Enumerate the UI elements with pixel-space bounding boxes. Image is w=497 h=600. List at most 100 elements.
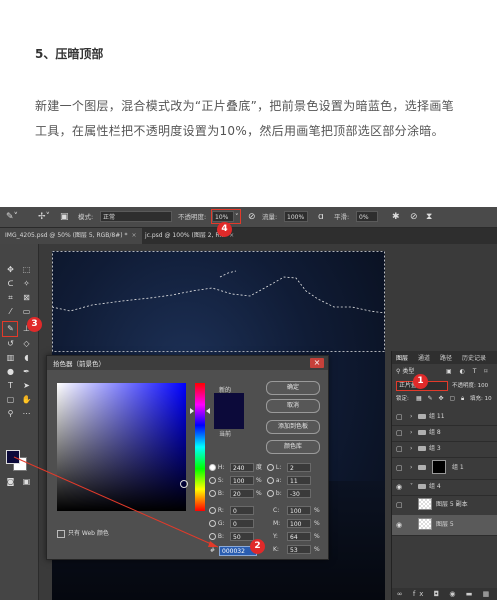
close-icon[interactable]: × [132,232,137,239]
path-select-icon[interactable]: ➤ [20,380,33,392]
r-radio[interactable] [209,507,216,514]
s-radio[interactable] [209,477,216,484]
color-libraries-button[interactable]: 颜色库 [266,440,320,454]
r-field[interactable]: 0 [230,506,254,515]
symmetry-icon[interactable]: ⧗ [426,211,432,223]
ok-button[interactable]: 确定 [266,381,320,395]
expand-icon[interactable]: › [410,409,412,425]
expand-icon[interactable]: › [410,457,412,479]
tab-img-4205[interactable]: IMG_4205.psd @ 50% (图层 5, RGB/8#) * × [0,228,142,244]
visibility-toggle[interactable]: ▢ [396,425,403,441]
expand-icon[interactable]: › [410,425,412,441]
pressure-size-icon[interactable]: ⊘ [410,211,418,223]
add-to-swatches-button[interactable]: 添加到色板 [266,420,320,434]
k-field[interactable]: 53 [287,545,311,554]
visibility-toggle[interactable]: ▢ [396,457,403,479]
brush-panel-icon[interactable]: ▣ [60,211,69,223]
hue-slider-right-arrow[interactable] [206,408,210,414]
lasso-tool-icon[interactable]: ᑕ [4,278,17,290]
layer-row-group-4[interactable]: ◉ ˅ 组 4 [392,479,497,496]
zoom-tool-icon[interactable]: ⚲ [4,408,17,420]
layer-row-group-1[interactable]: ▢ › 组 1 [392,457,497,480]
lab-b-radio[interactable] [267,490,274,497]
layer-row-group-8[interactable]: ▢ › 组 8 [392,425,497,442]
tab-history[interactable]: 历史记录 [462,353,486,362]
move-tool-icon[interactable]: ✥ [4,264,17,276]
collapse-icon[interactable]: ˅ [410,479,413,495]
blur-tool-icon[interactable]: ◖ [20,352,33,364]
visibility-toggle[interactable]: ▢ [396,441,403,457]
current-color-swatch[interactable] [214,411,244,429]
dodge-tool-icon[interactable]: ● [4,366,17,378]
mode-select[interactable]: 正常 [100,211,172,222]
smooth-field[interactable]: 0% [356,211,378,222]
frame-tool-icon[interactable]: ⊠ [20,292,33,304]
b-radio[interactable] [209,490,216,497]
eye-icon[interactable]: ◉ [396,515,402,535]
pressure-opacity-icon[interactable]: ⊘ [248,211,256,223]
blue-radio[interactable] [209,533,216,540]
visibility-toggle[interactable]: ▢ [396,495,403,515]
airbrush-icon[interactable]: ɑ [318,211,324,223]
ruler-icon[interactable]: ▭ [20,306,33,318]
saturation-brightness-field[interactable] [57,383,186,511]
eyedropper-icon[interactable]: ⁄ [4,306,17,318]
hue-slider-left-arrow[interactable] [190,408,194,414]
crop-tool-icon[interactable]: ⌗ [4,292,17,304]
filter-icons[interactable]: ▣ ◐ T ⌑ [446,367,490,377]
color-cursor[interactable] [180,480,188,488]
layer-opacity[interactable]: 不透明度: 100 [452,381,488,391]
h-field[interactable]: 240 [230,463,254,472]
b-field[interactable]: 20 [230,489,254,498]
brush-preset-icon[interactable]: ✎˅ [6,211,18,223]
gradient-tool-icon[interactable]: ▥ [4,352,17,364]
foreground-color-swatch[interactable] [6,450,20,464]
layer-row-layer-5[interactable]: ◉ 图层 5 [392,515,497,536]
dialog-close-button[interactable]: × [310,358,324,368]
h-radio[interactable] [209,464,216,471]
type-tool-icon[interactable]: T [4,380,17,392]
web-colors-only[interactable]: 只有 Web 颜色 [57,528,109,538]
shape-tool-icon[interactable]: ▢ [4,394,17,406]
pen-tool-icon[interactable]: ✒ [20,366,33,378]
fill-label[interactable]: 填充: 10 [470,394,492,404]
tab-paths[interactable]: 路径 [440,353,452,362]
smoothing-options-icon[interactable]: ✱ [392,211,400,223]
a-field[interactable]: 11 [287,476,311,485]
y-field[interactable]: 64 [287,532,311,541]
layer-row-group-3[interactable]: ▢ › 组 3 [392,441,497,458]
blue-field[interactable]: 50 [230,532,254,541]
l-field[interactable]: 2 [287,463,311,472]
layer-row-group-11[interactable]: ▢ › 组 11 [392,409,497,426]
g-radio[interactable] [209,520,216,527]
more-tools-icon[interactable]: ⋯ [20,408,33,420]
g-field[interactable]: 0 [230,519,254,528]
magic-wand-icon[interactable]: ✧ [20,278,33,290]
tab-channels[interactable]: 通道 [418,353,430,362]
layer-filter[interactable]: ⚲ 类型 [396,367,414,377]
lab-b-field[interactable]: -30 [287,489,311,498]
cancel-button[interactable]: 取消 [266,399,320,413]
history-brush-icon[interactable]: ↺ [4,338,17,350]
lock-icons[interactable]: ▦ ✎ ✥ ▢ 🔒︎ [416,394,466,404]
layer-row-layer-5-copy[interactable]: ▢ 图层 5 副本 [392,495,497,516]
layers-bottom-bar[interactable]: ∞ fx ◘ ◉ ▬ ▦ [392,588,497,600]
c-field[interactable]: 100 [287,506,311,515]
web-colors-checkbox[interactable] [57,529,65,538]
hand-tool-icon[interactable]: ✋ [20,394,33,406]
marquee-tool-icon[interactable]: ⬚ [20,264,33,276]
tab-layers[interactable]: 图层 [396,353,408,362]
quick-mask-icon[interactable]: ◙ [4,476,17,488]
eraser-icon[interactable]: ◇ [20,338,33,350]
m-field[interactable]: 100 [287,519,311,528]
screen-mode-icon[interactable]: ▣ [20,476,33,488]
s-field[interactable]: 100 [230,476,254,485]
expand-icon[interactable]: › [410,441,412,457]
a-radio[interactable] [267,477,274,484]
visibility-toggle[interactable]: ▢ [396,409,403,425]
brush-size-icon[interactable]: ✢˅ [38,211,50,223]
eye-icon[interactable]: ◉ [396,479,402,495]
flow-field[interactable]: 100% [284,211,308,222]
l-radio[interactable] [267,464,274,471]
hue-slider[interactable] [195,383,205,511]
